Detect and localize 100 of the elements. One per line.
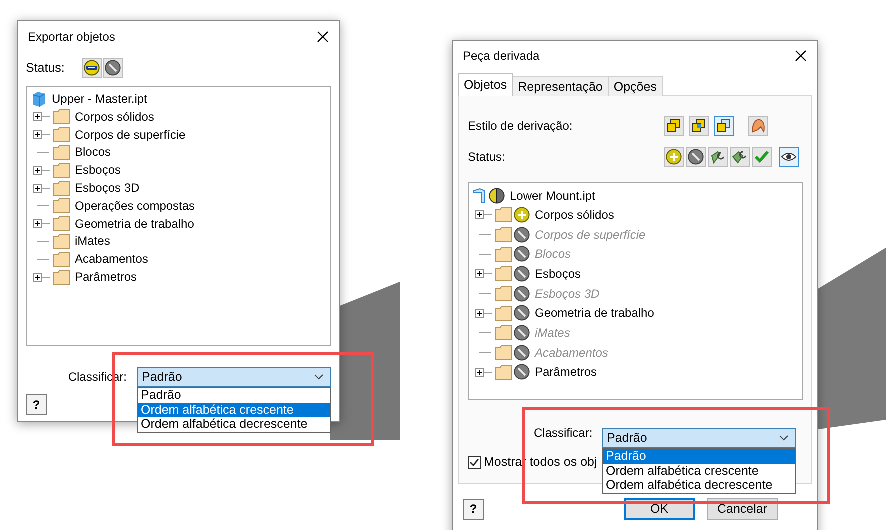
- tab[interactable]: Representação: [512, 76, 609, 96]
- exclude-icon: [514, 246, 530, 262]
- help-button[interactable]: ?: [463, 498, 484, 520]
- dropdown-option[interactable]: Ordem alfabética decrescente: [138, 417, 330, 432]
- exclude-icon: [104, 60, 121, 76]
- folder-icon: [53, 198, 70, 214]
- exclude-icon: [514, 324, 530, 341]
- tree-item-label[interactable]: Corpos de superfície: [75, 128, 186, 142]
- dropdown-option[interactable]: Padrão: [603, 449, 795, 464]
- export-status-button[interactable]: [82, 58, 102, 78]
- expand-icon[interactable]: [33, 272, 42, 282]
- close-icon[interactable]: [795, 50, 807, 62]
- help-button[interactable]: ?: [26, 394, 47, 415]
- dropdown-option[interactable]: Ordem alfabética crescente: [138, 402, 330, 417]
- folder-icon: [495, 266, 512, 282]
- dropdown-option[interactable]: Ordem alfabética crescente: [603, 464, 795, 478]
- expand-icon[interactable]: [475, 210, 484, 220]
- status-button[interactable]: [779, 147, 799, 167]
- tree-item-label[interactable]: Corpos sólidos: [75, 110, 154, 124]
- derive-style-button[interactable]: [664, 116, 684, 136]
- folder-icon: [495, 227, 512, 242]
- check-icon: [754, 149, 770, 165]
- expand-icon[interactable]: [475, 368, 484, 377]
- part-icon: [473, 188, 487, 204]
- folder-icon: [53, 144, 70, 160]
- folder-icon: [495, 345, 512, 360]
- expand-icon[interactable]: [33, 184, 42, 193]
- expand-icon[interactable]: [33, 166, 42, 175]
- tree-item-label[interactable]: Geometria de trabalho: [535, 306, 654, 320]
- exclude-icon: [688, 149, 704, 165]
- close-icon[interactable]: [317, 31, 329, 43]
- status-button[interactable]: [730, 147, 750, 167]
- tree-item-label[interactable]: Parâmetros: [535, 365, 598, 380]
- exclude-icon: [514, 364, 530, 380]
- surface-body-icon: [716, 118, 732, 134]
- sheet-metal-icon: [710, 149, 726, 165]
- folder-icon: [495, 246, 512, 262]
- folder-icon: [495, 306, 512, 321]
- derive-style-button[interactable]: [714, 116, 734, 136]
- surface-icon: [750, 118, 766, 134]
- exclude-icon: [514, 226, 530, 243]
- dialog-title: Peça derivada: [463, 49, 540, 63]
- folder-icon: [53, 127, 70, 142]
- sheet-metal-icon: [732, 149, 748, 165]
- tree-item-label: Upper - Master.ipt: [52, 92, 148, 106]
- tree-item-label: Lower Mount.ipt: [510, 188, 596, 202]
- expand-icon[interactable]: [33, 219, 42, 228]
- exclude-icon: [514, 305, 530, 322]
- status-button[interactable]: [708, 147, 728, 167]
- solid-body-icon: [666, 118, 682, 134]
- dropdown-option[interactable]: Padrão: [138, 388, 330, 402]
- folder-icon: [495, 325, 512, 340]
- folder-icon: [53, 180, 70, 196]
- exclude-icon: [514, 344, 530, 361]
- expand-icon[interactable]: [475, 269, 484, 278]
- derive-style-label: Estilo de derivação:: [468, 119, 574, 133]
- expand-icon[interactable]: [33, 130, 42, 140]
- tree-item-label[interactable]: Acabamentos: [75, 252, 148, 266]
- tab[interactable]: Objetos: [458, 73, 514, 96]
- chevron-down-icon: [314, 374, 324, 380]
- tree-item-label[interactable]: Corpos sólidos: [535, 208, 614, 222]
- include-icon: [514, 206, 530, 223]
- half-circle-icon: [489, 188, 505, 204]
- folder-icon: [495, 207, 512, 222]
- exclude-icon: [514, 266, 530, 282]
- dialog-title: Exportar objetos: [28, 30, 116, 44]
- folder-icon: [495, 364, 512, 380]
- solid-body-icon: [691, 118, 707, 134]
- dropdown-option[interactable]: Ordem alfabética decrescente: [603, 478, 795, 492]
- folder-icon: [53, 252, 70, 267]
- tree-item-label[interactable]: Operações compostas: [75, 198, 196, 213]
- expand-icon[interactable]: [475, 308, 484, 318]
- export-icon: [84, 60, 100, 76]
- tree-item-label[interactable]: iMates: [75, 234, 110, 248]
- tree-item-label[interactable]: Esboços: [75, 163, 122, 178]
- folder-icon: [53, 270, 70, 285]
- status-button[interactable]: [686, 147, 706, 167]
- tree-item-label[interactable]: Esboços 3D: [75, 181, 140, 196]
- sort-label: Classificar:: [534, 426, 594, 440]
- part-cube-icon: [31, 91, 47, 107]
- folder-icon: [495, 286, 512, 302]
- derive-style-button[interactable]: [689, 116, 709, 136]
- status-label: Status:: [468, 150, 506, 164]
- tree-item-label[interactable]: Parâmetros: [75, 270, 138, 284]
- chevron-down-icon: [779, 435, 789, 441]
- tree-item-label[interactable]: Geometria de trabalho: [75, 216, 194, 231]
- checkbox[interactable]: [468, 456, 481, 468]
- eye-icon: [781, 151, 797, 163]
- expand-icon[interactable]: [33, 112, 42, 122]
- folder-icon: [53, 234, 70, 249]
- exclude-icon: [514, 286, 530, 302]
- folder-icon: [53, 109, 70, 124]
- exclude-status-button[interactable]: [102, 58, 123, 78]
- status-button[interactable]: [664, 147, 684, 167]
- status-label: Status:: [26, 61, 65, 75]
- tree-item-label[interactable]: Blocos: [75, 145, 112, 160]
- tab[interactable]: Opções: [608, 76, 663, 96]
- tree-item-label[interactable]: Esboços: [535, 266, 582, 281]
- folder-icon: [53, 162, 70, 178]
- folder-icon: [53, 216, 70, 232]
